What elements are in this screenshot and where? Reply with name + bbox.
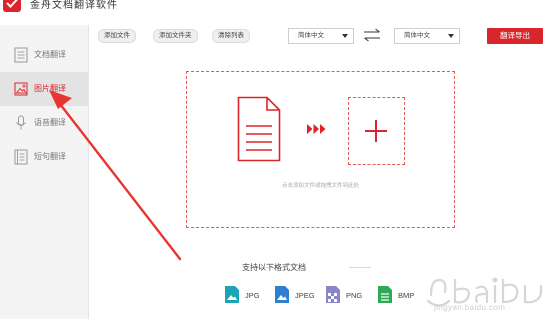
note-icon — [14, 149, 28, 165]
microphone-icon — [16, 115, 26, 130]
source-language-select[interactable]: 简体中文 — [288, 28, 354, 44]
triple-arrow-icon — [307, 124, 326, 134]
format-label: PNG — [346, 291, 363, 300]
file-document-icon — [237, 96, 281, 162]
bmp-file-icon — [378, 286, 392, 303]
add-folder-button[interactable]: 添加文件夹 — [153, 29, 198, 43]
format-label: JPEG — [295, 291, 315, 300]
watermark-url: jingyan.baidu.com — [434, 303, 506, 312]
jpeg-file-icon — [275, 286, 289, 303]
jpg-file-icon — [225, 286, 239, 303]
chevron-down-icon — [448, 34, 454, 38]
sidebar-item-document-translate[interactable]: 文档翻译 — [0, 38, 88, 72]
format-label: JPG — [245, 291, 260, 300]
sidebar: 文档翻译 图片翻译 语音翻译 短句翻译 — [0, 25, 89, 319]
file-drop-zone[interactable]: 点击添加文件或拖拽文件到此处 — [186, 71, 455, 228]
sidebar-item-label: 图片翻译 — [34, 84, 66, 93]
add-file-plus-icon[interactable] — [348, 97, 405, 165]
source-language-value: 简体中文 — [298, 32, 324, 39]
supported-formats-title: 支持以下格式文档 — [242, 263, 306, 272]
clear-list-button[interactable]: 清除列表 — [212, 29, 250, 43]
title-bar: 金舟文档翻译软件 — [0, 0, 554, 25]
check-icon — [6, 0, 18, 8]
sidebar-item-sentence-translate[interactable]: 短句翻译 — [0, 140, 88, 174]
png-file-icon — [326, 286, 340, 303]
sidebar-item-label: 短句翻译 — [34, 152, 66, 161]
target-language-select[interactable]: 简体中文 — [394, 28, 460, 44]
sidebar-item-label: 语音翻译 — [34, 118, 66, 127]
target-language-value: 简体中文 — [404, 32, 430, 39]
sidebar-item-image-translate[interactable]: 图片翻译 — [0, 72, 88, 106]
drop-hint-text: 点击添加文件或拖拽文件到此处 — [281, 183, 359, 189]
format-label: BMP — [398, 291, 415, 300]
divider — [349, 267, 371, 268]
sidebar-item-label: 文档翻译 — [34, 50, 66, 59]
add-file-button[interactable]: 添加文件 — [98, 29, 136, 43]
image-icon — [14, 82, 28, 96]
app-logo — [3, 0, 21, 12]
app-title: 金舟文档翻译软件 — [30, 0, 118, 11]
document-icon — [14, 47, 28, 63]
export-translation-button[interactable]: 翻译导出 — [487, 28, 543, 44]
sidebar-item-voice-translate[interactable]: 语音翻译 — [0, 106, 88, 140]
swap-languages-icon[interactable] — [363, 28, 381, 42]
chevron-down-icon — [342, 34, 348, 38]
